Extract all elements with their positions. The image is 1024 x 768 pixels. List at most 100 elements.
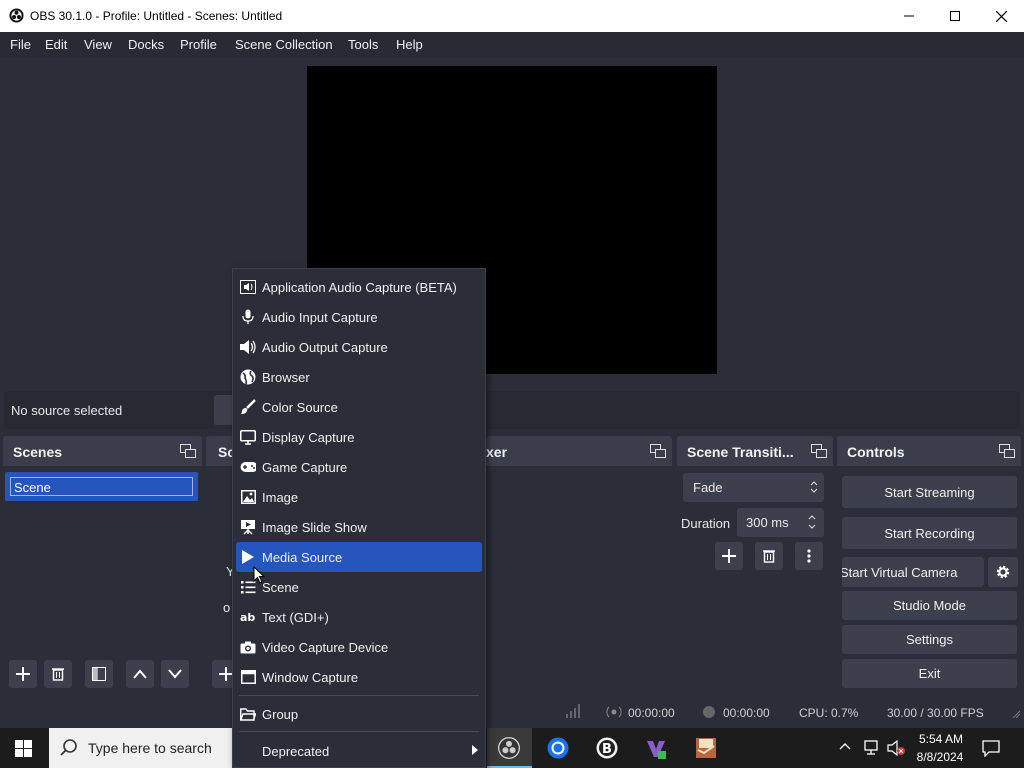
virtual-camera-settings-button[interactable] xyxy=(988,557,1018,587)
remove-transition-button[interactable] xyxy=(755,542,783,570)
stream-time: 00:00:00 xyxy=(628,706,675,720)
controls-dock-title: Controls xyxy=(847,444,905,460)
scene-name-edit[interactable]: Scene xyxy=(10,477,193,496)
sources-hint-text-2: o xyxy=(223,600,231,615)
taskbar-search-box[interactable]: Type here to search xyxy=(49,728,232,768)
menu-view[interactable]: View xyxy=(84,37,112,52)
speaker-icon xyxy=(240,339,256,355)
source-toolbar: No source selected xyxy=(4,391,1020,429)
audio-mixer-body xyxy=(486,466,672,692)
settings-button[interactable]: Settings xyxy=(842,625,1017,654)
menu-edit[interactable]: Edit xyxy=(45,37,67,52)
resize-grip-icon[interactable] xyxy=(1012,708,1020,718)
menu-item-label: Scene xyxy=(262,580,299,595)
menu-item-audio-input-capture[interactable]: Audio Input Capture xyxy=(236,302,482,332)
file-app-icon[interactable] xyxy=(694,736,718,760)
start-virtual-camera-button[interactable]: Start Virtual Camera xyxy=(842,557,984,587)
undock-icon[interactable] xyxy=(999,444,1015,458)
menu-item-label: Color Source xyxy=(262,400,338,415)
menu-item-audio-output-capture[interactable]: Audio Output Capture xyxy=(236,332,482,362)
menu-item-label: Image xyxy=(262,490,299,505)
exit-button[interactable]: Exit xyxy=(842,659,1017,688)
menu-item-application-audio-capture[interactable]: Application Audio Capture (BETA) xyxy=(236,272,482,302)
submenu-arrow-icon xyxy=(472,745,478,755)
menu-item-label: Browser xyxy=(262,370,310,385)
camera-icon xyxy=(240,639,256,655)
menu-item-group[interactable]: Group xyxy=(236,699,482,729)
minimize-button[interactable] xyxy=(886,0,932,32)
record-time: 00:00:00 xyxy=(723,706,770,720)
menu-item-video-capture-device[interactable]: Video Capture Device xyxy=(236,632,482,662)
transition-select[interactable]: Fade xyxy=(683,473,824,502)
clock-time[interactable]: 5:54 AM xyxy=(918,732,964,746)
start-recording-button[interactable]: Start Recording xyxy=(842,517,1017,549)
scenes-dock-header: Scenes xyxy=(3,436,202,466)
move-scene-up-button[interactable] xyxy=(126,660,154,688)
transition-select-value: Fade xyxy=(693,480,723,495)
menu-item-deprecated[interactable]: Deprecated xyxy=(236,736,482,766)
add-scene-button[interactable] xyxy=(9,660,37,688)
gamepad-icon xyxy=(240,459,256,475)
scene-filters-button[interactable] xyxy=(85,660,113,688)
menu-item-image[interactable]: Image xyxy=(236,482,482,512)
maximize-button[interactable] xyxy=(932,0,978,32)
windows-start-icon[interactable] xyxy=(15,740,32,757)
remove-scene-button[interactable] xyxy=(44,660,72,688)
chrome-app-icon[interactable] xyxy=(547,737,569,759)
undock-icon[interactable] xyxy=(180,444,196,458)
add-transition-button[interactable] xyxy=(715,542,743,570)
taskbar-obs-app[interactable] xyxy=(487,728,532,768)
gear-icon xyxy=(995,564,1011,580)
play-icon xyxy=(240,549,256,565)
menu-scene-collection[interactable]: Scene Collection xyxy=(235,37,333,52)
menu-item-color-source[interactable]: Color Source xyxy=(236,392,482,422)
bold-app-icon[interactable]: B xyxy=(596,737,618,759)
search-placeholder: Type here to search xyxy=(88,740,212,756)
duration-spinbox[interactable]: 300 ms xyxy=(737,508,824,537)
menu-item-label: Game Capture xyxy=(262,460,348,475)
spin-arrows-icon[interactable] xyxy=(808,513,816,531)
menu-item-display-capture[interactable]: Display Capture xyxy=(236,422,482,452)
undock-icon[interactable] xyxy=(811,444,827,458)
menu-item-label: Group xyxy=(262,707,299,722)
controls-dock-header: Controls xyxy=(837,436,1021,466)
audio-mixer-dock-header: xer xyxy=(486,436,672,466)
menu-item-window-capture[interactable]: Window Capture xyxy=(236,662,482,692)
network-icon[interactable] xyxy=(863,740,881,756)
menu-item-text-gdi[interactable]: ab Text (GDI+) xyxy=(236,602,482,632)
menu-item-media-source[interactable]: Media Source xyxy=(236,542,482,572)
menu-item-game-capture[interactable]: Game Capture xyxy=(236,452,482,482)
notifications-icon[interactable] xyxy=(982,740,1000,757)
status-bar: 00:00:00 00:00:00 CPU: 0.7% 30.00 / 30.0… xyxy=(0,698,1024,728)
close-button[interactable] xyxy=(978,0,1024,32)
volume-muted-icon[interactable] xyxy=(887,740,905,756)
start-streaming-button[interactable]: Start Streaming xyxy=(842,476,1017,508)
menu-item-label: Image Slide Show xyxy=(262,520,367,535)
svg-text:ab: ab xyxy=(240,611,255,623)
microphone-icon xyxy=(240,309,256,325)
menu-tools[interactable]: Tools xyxy=(348,37,378,52)
scene-list-item[interactable]: Scene xyxy=(5,472,198,501)
menu-docks[interactable]: Docks xyxy=(128,37,164,52)
menu-profile[interactable]: Profile xyxy=(180,37,217,52)
cpu-usage: CPU: 0.7% xyxy=(799,706,859,720)
studio-mode-button[interactable]: Studio Mode xyxy=(842,591,1017,620)
search-icon xyxy=(60,739,78,757)
transition-properties-button[interactable] xyxy=(795,542,823,570)
menu-file[interactable]: File xyxy=(10,37,31,52)
menu-item-image-slide-show[interactable]: Image Slide Show xyxy=(236,512,482,542)
start-virtual-camera-label: Start Virtual Camera xyxy=(842,564,958,580)
chevron-up-icon[interactable] xyxy=(839,742,851,750)
slideshow-icon xyxy=(240,519,256,535)
menu-item-browser[interactable]: Browser xyxy=(236,362,482,392)
scenes-dock-title: Scenes xyxy=(13,444,63,460)
menu-bar: File Edit View Docks Profile Scene Colle… xyxy=(0,32,1024,58)
menu-help[interactable]: Help xyxy=(396,37,423,52)
clock-date[interactable]: 8/8/2024 xyxy=(914,750,966,764)
visual-studio-installer-icon[interactable] xyxy=(645,737,667,759)
menu-item-scene[interactable]: Scene xyxy=(236,572,482,602)
mouse-cursor-icon xyxy=(253,566,265,584)
move-scene-down-button[interactable] xyxy=(161,660,189,688)
chevron-updown-icon xyxy=(810,479,818,495)
undock-icon[interactable] xyxy=(650,444,666,458)
